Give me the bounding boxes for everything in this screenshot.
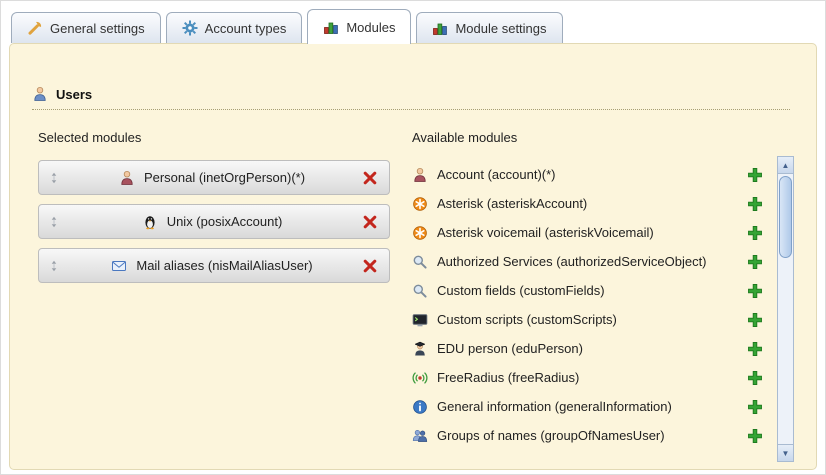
add-module-button[interactable] xyxy=(747,312,763,328)
available-module-row: Asterisk (asteriskAccount) xyxy=(412,189,777,218)
module-label-group: Personal (inetOrgPerson)(*) xyxy=(62,170,362,186)
module-label: Personal (inetOrgPerson)(*) xyxy=(144,170,305,185)
graduate-icon xyxy=(412,341,428,357)
module-label-group: Unix (posixAccount) xyxy=(62,214,362,230)
remove-module-button[interactable] xyxy=(362,258,380,274)
tab-general-settings[interactable]: General settings xyxy=(11,12,161,43)
group-icon xyxy=(412,428,428,444)
module-label-group: Mail aliases (nisMailAliasUser) xyxy=(62,258,362,274)
penguin-icon xyxy=(142,214,158,230)
tab-label: Module settings xyxy=(455,21,546,36)
add-module-button[interactable] xyxy=(747,341,763,357)
person-icon xyxy=(412,167,428,183)
available-module-row: EDU person (eduPerson) xyxy=(412,334,777,363)
person-icon xyxy=(119,170,135,186)
add-module-button[interactable] xyxy=(747,428,763,444)
content-panel: Users Selected modules Personal (inetOrg… xyxy=(9,43,817,470)
magnifier-icon xyxy=(412,283,428,299)
available-module-row: General information (generalInformation) xyxy=(412,392,777,421)
user-icon xyxy=(32,86,48,102)
module-label: Custom scripts (customScripts) xyxy=(437,312,617,327)
available-module-row: Custom scripts (customScripts) xyxy=(412,305,777,334)
add-module-button[interactable] xyxy=(747,283,763,299)
available-module-row: Asterisk voicemail (asteriskVoicemail) xyxy=(412,218,777,247)
available-module-row: Custom fields (customFields) xyxy=(412,276,777,305)
selected-module-row: Mail aliases (nisMailAliasUser) xyxy=(38,248,390,283)
tab-module-settings[interactable]: Module settings xyxy=(416,12,562,43)
scrollbar-up-button[interactable]: ▲ xyxy=(778,157,793,174)
tab-label: General settings xyxy=(50,21,145,36)
terminal-icon xyxy=(412,312,428,328)
add-module-button[interactable] xyxy=(747,167,763,183)
radio-icon xyxy=(412,370,428,386)
scrollbar[interactable]: ▲ ▼ xyxy=(777,156,794,462)
lam-config-window: General settings Account types Modules Modu… xyxy=(0,0,826,475)
modules-icon xyxy=(323,19,339,35)
module-label: Asterisk voicemail (asteriskVoicemail) xyxy=(437,225,654,240)
available-modules-column: Available modules Account (account)(*) As… xyxy=(412,130,794,462)
add-module-button[interactable] xyxy=(747,399,763,415)
module-label: Groups of names (groupOfNamesUser) xyxy=(437,428,665,443)
drag-handle-icon[interactable] xyxy=(48,216,62,228)
available-module-row: Account (account)(*) xyxy=(412,160,777,189)
module-label: Asterisk (asteriskAccount) xyxy=(437,196,587,211)
tab-bar: General settings Account types Modules Modu… xyxy=(11,9,815,43)
available-module-row: Groups of names (groupOfNamesUser) xyxy=(412,421,777,450)
wrench-icon xyxy=(27,20,43,36)
module-label: Account (account)(*) xyxy=(437,167,556,182)
scrollbar-track[interactable] xyxy=(778,174,793,444)
add-module-button[interactable] xyxy=(747,254,763,270)
asterisk-icon xyxy=(412,225,428,241)
drag-handle-icon[interactable] xyxy=(48,260,62,272)
available-module-row: Authorized Services (authorizedServiceOb… xyxy=(412,247,777,276)
selected-modules-list: Personal (inetOrgPerson)(*) Unix (posixAc… xyxy=(38,160,390,283)
magnifier-icon xyxy=(412,254,428,270)
module-label: Custom fields (customFields) xyxy=(437,283,605,298)
info-icon xyxy=(412,399,428,415)
selected-modules-column: Selected modules Personal (inetOrgPerson… xyxy=(38,130,390,462)
available-modules-list: Account (account)(*) Asterisk (asteriskAc… xyxy=(412,160,777,450)
panel-inner: Users Selected modules Personal (inetOrg… xyxy=(10,44,816,462)
tab-label: Modules xyxy=(346,20,395,35)
module-label: Unix (posixAccount) xyxy=(167,214,283,229)
remove-module-button[interactable] xyxy=(362,214,380,230)
scrollbar-thumb[interactable] xyxy=(779,176,792,258)
tab-account-types[interactable]: Account types xyxy=(166,12,303,43)
add-module-button[interactable] xyxy=(747,225,763,241)
gear-icon xyxy=(182,20,198,36)
tab-label: Account types xyxy=(205,21,287,36)
modules-columns: Selected modules Personal (inetOrgPerson… xyxy=(32,130,794,462)
module-label: FreeRadius (freeRadius) xyxy=(437,370,579,385)
available-modules-heading: Available modules xyxy=(412,130,777,145)
modules-icon xyxy=(432,20,448,36)
available-modules-block: Available modules Account (account)(*) As… xyxy=(412,130,777,450)
mail-icon xyxy=(111,258,127,274)
tab-modules[interactable]: Modules xyxy=(307,9,411,44)
available-module-row: FreeRadius (freeRadius) xyxy=(412,363,777,392)
add-module-button[interactable] xyxy=(747,370,763,386)
drag-handle-icon[interactable] xyxy=(48,172,62,184)
module-label: EDU person (eduPerson) xyxy=(437,341,583,356)
asterisk-icon xyxy=(412,196,428,212)
section-header-users: Users xyxy=(32,86,790,110)
remove-module-button[interactable] xyxy=(362,170,380,186)
scrollbar-down-button[interactable]: ▼ xyxy=(778,444,793,461)
selected-module-row: Personal (inetOrgPerson)(*) xyxy=(38,160,390,195)
module-label: General information (generalInformation) xyxy=(437,399,672,414)
section-title: Users xyxy=(56,87,92,102)
selected-modules-heading: Selected modules xyxy=(38,130,390,145)
module-label: Mail aliases (nisMailAliasUser) xyxy=(136,258,312,273)
add-module-button[interactable] xyxy=(747,196,763,212)
module-label: Authorized Services (authorizedServiceOb… xyxy=(437,254,707,269)
selected-module-row: Unix (posixAccount) xyxy=(38,204,390,239)
